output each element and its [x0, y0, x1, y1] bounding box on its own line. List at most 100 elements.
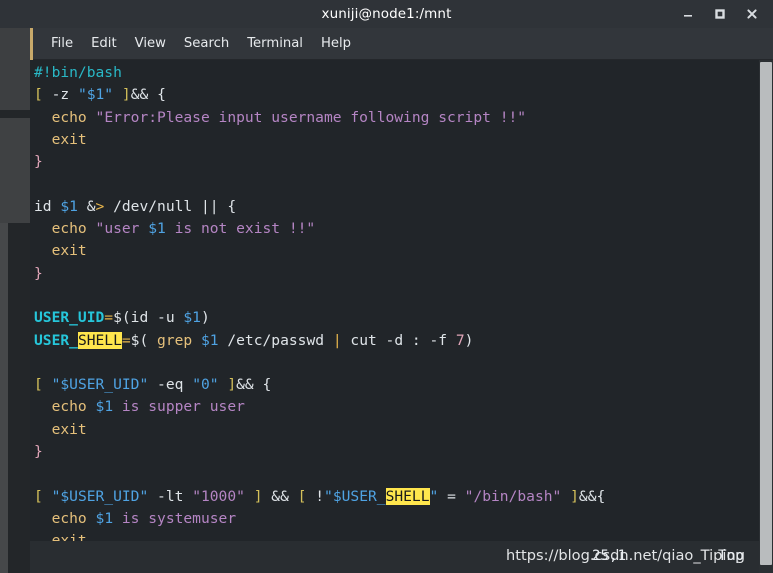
menubar-accent-bar [30, 28, 33, 60]
terminal-token: SHELL [77, 331, 122, 349]
terminal-line: echo "Error:Please input username follow… [34, 107, 605, 129]
window-controls [673, 0, 767, 28]
terminal-token: { [148, 86, 166, 104]
terminal-line: echo "user $1 is not exist !!" [34, 218, 605, 240]
terminal-token: id [34, 197, 61, 215]
menu-item-terminal[interactable]: Terminal [238, 34, 312, 53]
terminal-token: > [95, 197, 105, 215]
terminal-line: USER_SHELL=$( grep $1 /etc/passwd | cut … [34, 330, 605, 352]
terminal-token: /dev/null [104, 197, 201, 215]
terminal-token: $( [113, 309, 131, 327]
terminal-token: USER_UID [34, 309, 105, 327]
terminal-token: "user [95, 220, 149, 238]
terminal-token: exit [51, 242, 87, 260]
terminal-token: & [77, 197, 96, 215]
status-bar-background [30, 541, 759, 573]
terminal-token: "$USER_UID" [51, 487, 149, 505]
screen: xuniji@node1:/mnt File Edit View Search … [0, 0, 773, 573]
terminal-line: id $1 &> /dev/null || { [34, 196, 605, 218]
terminal-line: #!bin/bash [34, 62, 605, 84]
terminal-token: ] [227, 376, 237, 394]
terminal-line: [ "$USER_UID" -eq "0" ]&& { [34, 374, 605, 396]
terminal-viewport[interactable]: #!bin/bash[ -z "$1" ]&& { echo "Error:Pl… [30, 60, 773, 573]
terminal-token: ] [570, 487, 579, 505]
terminal-token: exit [51, 130, 87, 148]
terminal-token: { [218, 197, 237, 215]
terminal-token: } [34, 153, 43, 171]
scrollbar-thumb[interactable] [760, 62, 772, 565]
terminal-line: [ -z "$1" ]&& { [34, 84, 605, 106]
terminal-token: $1 [60, 197, 78, 215]
terminal-token: $( [130, 331, 149, 349]
terminal-token: grep [157, 331, 193, 349]
terminal-token: $1 [95, 398, 114, 416]
terminal-token: USER_ [34, 331, 78, 349]
terminal-token: "$USER_UID" [51, 376, 149, 394]
terminal-token: SHELL [385, 487, 430, 505]
terminal-line: echo $1 is supper user [34, 396, 605, 418]
terminal-token: ) [200, 309, 210, 327]
terminal-token: | [332, 331, 342, 349]
terminal-line: } [34, 263, 605, 285]
menu-item-view[interactable]: View [126, 34, 175, 53]
menu-item-search[interactable]: Search [175, 34, 238, 53]
terminal-token: id -u [130, 309, 184, 327]
minimize-icon[interactable] [673, 0, 703, 28]
window-title: xuniji@node1:/mnt [321, 6, 452, 22]
terminal-token: = [438, 487, 465, 505]
background-panel-lower [0, 118, 30, 223]
terminal-token: "Error:Please input username following s… [95, 108, 527, 126]
terminal-token: = [121, 331, 131, 349]
terminal-token: = [104, 309, 114, 327]
window-titlebar[interactable]: xuniji@node1:/mnt [0, 0, 773, 28]
close-icon[interactable] [737, 0, 767, 28]
terminal-line: USER_UID=$(id -u $1) [34, 307, 605, 329]
terminal-token: echo [51, 398, 87, 416]
terminal-token: -lt [148, 487, 193, 505]
terminal-token: cut [350, 331, 377, 349]
terminal-token: echo [51, 220, 87, 238]
menu-item-file[interactable]: File [42, 34, 82, 53]
terminal-line: [ "$USER_UID" -lt "1000" ] && [ !"$USER_… [34, 486, 605, 508]
terminal-token: $1 [148, 220, 166, 238]
terminal-token: 7 [455, 331, 465, 349]
terminal-token: is supper user [113, 398, 245, 416]
menu-item-help[interactable]: Help [312, 34, 360, 53]
terminal-token: -eq [148, 376, 193, 394]
terminal-token: } [34, 264, 43, 282]
maximize-icon[interactable] [705, 0, 735, 28]
terminal-token: "0" [192, 376, 219, 394]
terminal-token: ! [306, 487, 325, 505]
terminal-token: [ [34, 376, 43, 394]
terminal-token: /etc/passwd [218, 331, 333, 349]
background-divider [0, 110, 30, 118]
menu-item-edit[interactable]: Edit [82, 34, 126, 53]
terminal-token: &&{ [578, 487, 606, 505]
terminal-token: [ [34, 487, 43, 505]
terminal-line: } [34, 151, 605, 173]
terminal-token: is systemuser [113, 509, 237, 527]
terminal-token: $1 [183, 309, 201, 327]
terminal-token: || [200, 197, 219, 215]
terminal-token: echo [51, 509, 87, 527]
terminal-token: "$USER_ [324, 487, 386, 505]
